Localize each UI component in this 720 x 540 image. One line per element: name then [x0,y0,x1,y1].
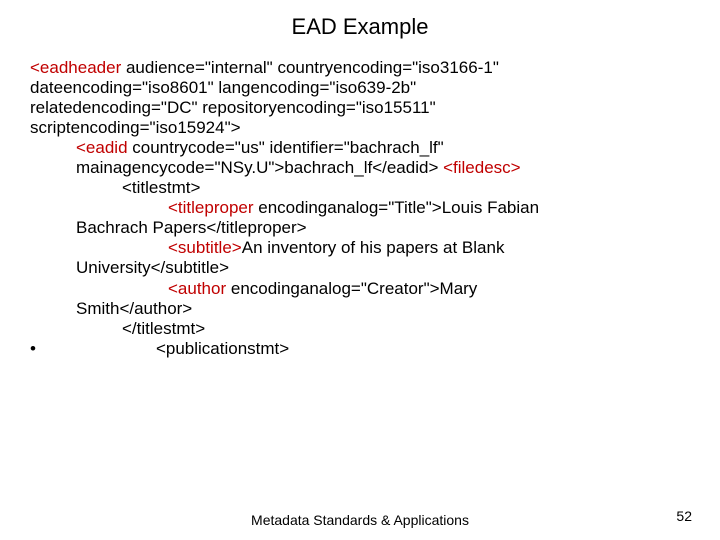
tag-filedesc: <filedesc> [443,158,521,177]
attrs-5: countrycode="us" identifier="bachrach_lf… [128,138,444,157]
tag-titleproper: <titleproper [168,198,254,217]
attrs-1: audience="internal" countryencoding="iso… [121,58,499,77]
line-10: <subtitle>An inventory of his papers at … [168,238,690,258]
line-2: dateencoding="iso8601" langencoding="iso… [30,78,690,98]
footer: Metadata Standards & Applications 52 [0,512,720,528]
attrs-12: encodinganalog="Creator">Mary [226,279,477,298]
tag-author: <author [168,279,226,298]
line-5: <eadid countrycode="us" identifier="bach… [76,138,690,158]
slide-title: EAD Example [0,0,720,58]
tag-publicationstmt: <publicationstmt> [156,339,289,358]
attrs-8: encodinganalog="Title">Louis Fabian [254,198,540,217]
line-12: <author encodinganalog="Creator">Mary [168,279,690,299]
line-11: University</subtitle> [76,258,690,278]
page-number: 52 [676,508,692,524]
line-1: <eadheader audience="internal" countryen… [30,58,690,78]
line-4: scriptencoding="iso15924"> [30,118,690,138]
line-13: Smith</author> [76,299,690,319]
code-block: <eadheader audience="internal" countryen… [0,58,720,359]
tag-eadid: <eadid [76,138,128,157]
text-10b: An inventory of his papers at Blank [242,238,505,257]
line-15: • <publicationstmt> [30,339,690,359]
tag-eadheader: <eadheader [30,58,121,77]
line-7: <titlestmt> [122,178,690,198]
line-14: </titlestmt> [122,319,690,339]
line-8: <titleproper encodinganalog="Title">Loui… [168,198,690,218]
line-6: mainagencycode="NSy.U">bachrach_lf</eadi… [76,158,690,178]
line-9: Bachrach Papers</titleproper> [76,218,690,238]
tag-subtitle: <subtitle> [168,238,242,257]
bullet: • [30,339,36,358]
line-3: relatedencoding="DC" repositoryencoding=… [30,98,690,118]
footer-center: Metadata Standards & Applications [0,512,720,528]
text-6a: mainagencycode="NSy.U">bachrach_lf</eadi… [76,158,443,177]
